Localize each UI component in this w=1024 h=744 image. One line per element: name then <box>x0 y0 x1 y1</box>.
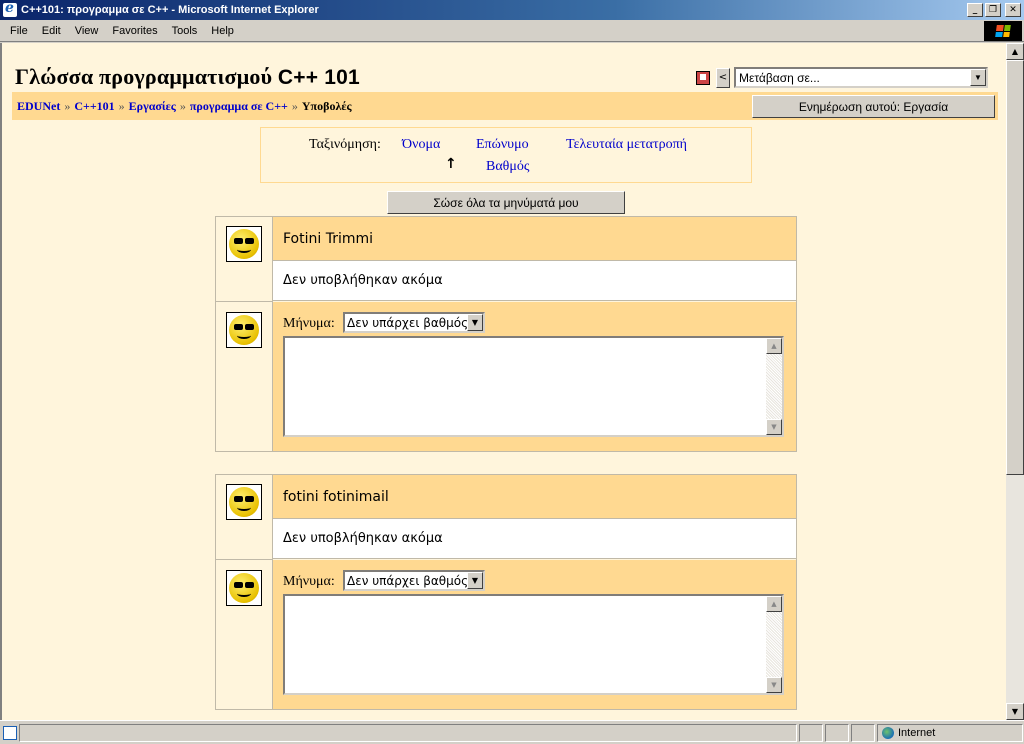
smiley-icon <box>229 229 259 259</box>
feedback-textarea[interactable]: ▲ ▼ <box>283 594 784 695</box>
feedback-panel: Μήνυμα: Δεν υπάρχει βαθμός ▼ ▲ ▼ <box>273 302 796 451</box>
save-all-feedback-button[interactable]: Σώσε όλα τα μηνύματά μου <box>387 191 625 214</box>
course-code: C++ 101 <box>277 66 360 89</box>
sort-by-first-name-link[interactable]: Όνομα <box>402 137 440 153</box>
page-title: Γλώσσα προγραμματισμού C++ 101 <box>15 64 360 90</box>
sort-options: Ταξινόμηση: Όνομα Επώνυμο Τελευταία μετα… <box>260 127 752 183</box>
grade-value: Δεν υπάρχει βαθμός <box>347 315 469 330</box>
smiley-icon <box>229 487 259 517</box>
sort-label: Ταξινόμηση: <box>309 137 381 152</box>
menu-tools[interactable]: Tools <box>165 25 205 37</box>
scroll-up-icon[interactable]: ▲ <box>766 596 782 612</box>
breadcrumb-edunet[interactable]: EDUNet <box>17 99 60 114</box>
zone-label: Internet <box>898 726 936 739</box>
feedback-panel: Μήνυμα: Δεν υπάρχει βαθμός ▼ ▲ ▼ <box>273 560 796 709</box>
submission-status: Δεν υποβλήθηκαν ακόμα <box>273 261 796 301</box>
scroll-down-icon[interactable]: ▼ <box>766 677 782 693</box>
previous-activity-button[interactable]: < <box>716 67 730 88</box>
student-avatar[interactable] <box>226 484 262 520</box>
menu-favorites[interactable]: Favorites <box>105 25 164 37</box>
globe-icon <box>882 726 894 739</box>
minimize-button[interactable]: _ <box>967 3 983 17</box>
submission-block: fotini fotinimail Δεν υποβλήθηκαν ακόμα … <box>215 474 797 710</box>
breadcrumb-assignment[interactable]: προγραμμα σε C++ <box>190 99 288 114</box>
status-bar: Internet <box>0 720 1024 744</box>
windows-logo-icon <box>984 21 1022 41</box>
window-title: C++101: προγραμμα σε C++ - Microsoft Int… <box>21 4 319 16</box>
maximize-button[interactable]: ❐ <box>985 3 1001 17</box>
scroll-down-icon[interactable]: ▼ <box>766 419 782 435</box>
internet-explorer-icon <box>3 0 17 17</box>
breadcrumb: EDUNet » C++101 » Εργασίες » προγραμμα σ… <box>12 92 998 120</box>
sort-ascending-icon: ↑ <box>445 156 457 172</box>
scroll-up-icon[interactable]: ▲ <box>766 338 782 354</box>
student-name: Fotini Trimmi <box>273 217 796 261</box>
breadcrumb-assignments[interactable]: Εργασίες <box>129 99 176 114</box>
page-viewport: Γλώσσα προγραμματισμού C++ 101 < Μετάβασ… <box>0 43 1006 720</box>
smiley-icon <box>229 315 259 345</box>
breadcrumb-course[interactable]: C++101 <box>74 99 114 114</box>
chevron-down-icon[interactable]: ▼ <box>467 314 483 331</box>
jump-to-value: Μετάβαση σε... <box>739 70 820 85</box>
breadcrumb-separator: » <box>118 98 125 113</box>
sort-by-last-name-link[interactable]: Επώνυμο <box>476 137 529 153</box>
menu-view[interactable]: View <box>68 25 106 37</box>
status-cell <box>851 723 875 742</box>
navigation-tools: < Μετάβαση σε... ▼ <box>696 67 988 88</box>
submission-status: Δεν υποβλήθηκαν ακόμα <box>273 519 796 559</box>
menu-help[interactable]: Help <box>204 25 241 37</box>
breadcrumb-separator: » <box>291 98 298 113</box>
breadcrumb-separator: » <box>179 98 186 113</box>
window-title-bar: C++101: προγραμμα σε C++ - Microsoft Int… <box>0 0 1024 20</box>
chevron-down-icon[interactable]: ▼ <box>970 69 986 86</box>
security-zone: Internet <box>877 723 1023 742</box>
save-icon[interactable] <box>696 70 710 85</box>
breadcrumb-current: Υποβολές <box>301 98 352 113</box>
sort-by-last-modified-link[interactable]: Τελευταία μετατροπή <box>566 137 687 153</box>
status-cell <box>799 723 823 742</box>
teacher-avatar[interactable] <box>226 312 262 348</box>
scroll-up-icon[interactable]: ▲ <box>1006 43 1024 60</box>
breadcrumb-separator: » <box>64 98 71 113</box>
page-scrollbar[interactable]: ▲ ▼ <box>1006 43 1024 720</box>
feedback-textarea[interactable]: ▲ ▼ <box>283 336 784 437</box>
student-avatar[interactable] <box>226 226 262 262</box>
close-button[interactable]: ✕ <box>1005 3 1021 17</box>
student-name: fotini fotinimail <box>273 475 796 519</box>
page-icon <box>3 725 17 740</box>
grade-select[interactable]: Δεν υπάρχει βαθμός ▼ <box>343 570 485 591</box>
submission-block: Fotini Trimmi Δεν υποβλήθηκαν ακόμα Μήνυ… <box>215 216 797 452</box>
feedback-label: Μήνυμα: <box>283 574 335 589</box>
jump-to-select[interactable]: Μετάβαση σε... ▼ <box>734 67 988 88</box>
sort-by-grade-link[interactable]: Βαθμός <box>486 159 529 175</box>
grade-select[interactable]: Δεν υπάρχει βαθμός ▼ <box>343 312 485 333</box>
scroll-down-icon[interactable]: ▼ <box>1006 703 1024 720</box>
menu-edit[interactable]: Edit <box>35 25 68 37</box>
feedback-label: Μήνυμα: <box>283 316 335 331</box>
scrollbar-thumb[interactable] <box>1006 60 1024 475</box>
chevron-down-icon[interactable]: ▼ <box>467 572 483 589</box>
status-cell <box>825 723 849 742</box>
smiley-icon <box>229 573 259 603</box>
teacher-avatar[interactable] <box>226 570 262 606</box>
status-text <box>19 723 797 742</box>
menu-bar: File Edit View Favorites Tools Help <box>0 20 1024 42</box>
grade-value: Δεν υπάρχει βαθμός <box>347 573 469 588</box>
update-assignment-button[interactable]: Ενημέρωση αυτού: Εργασία <box>752 95 995 118</box>
menu-file[interactable]: File <box>3 25 35 37</box>
course-title-text: Γλώσσα προγραμματισμού <box>15 64 273 89</box>
